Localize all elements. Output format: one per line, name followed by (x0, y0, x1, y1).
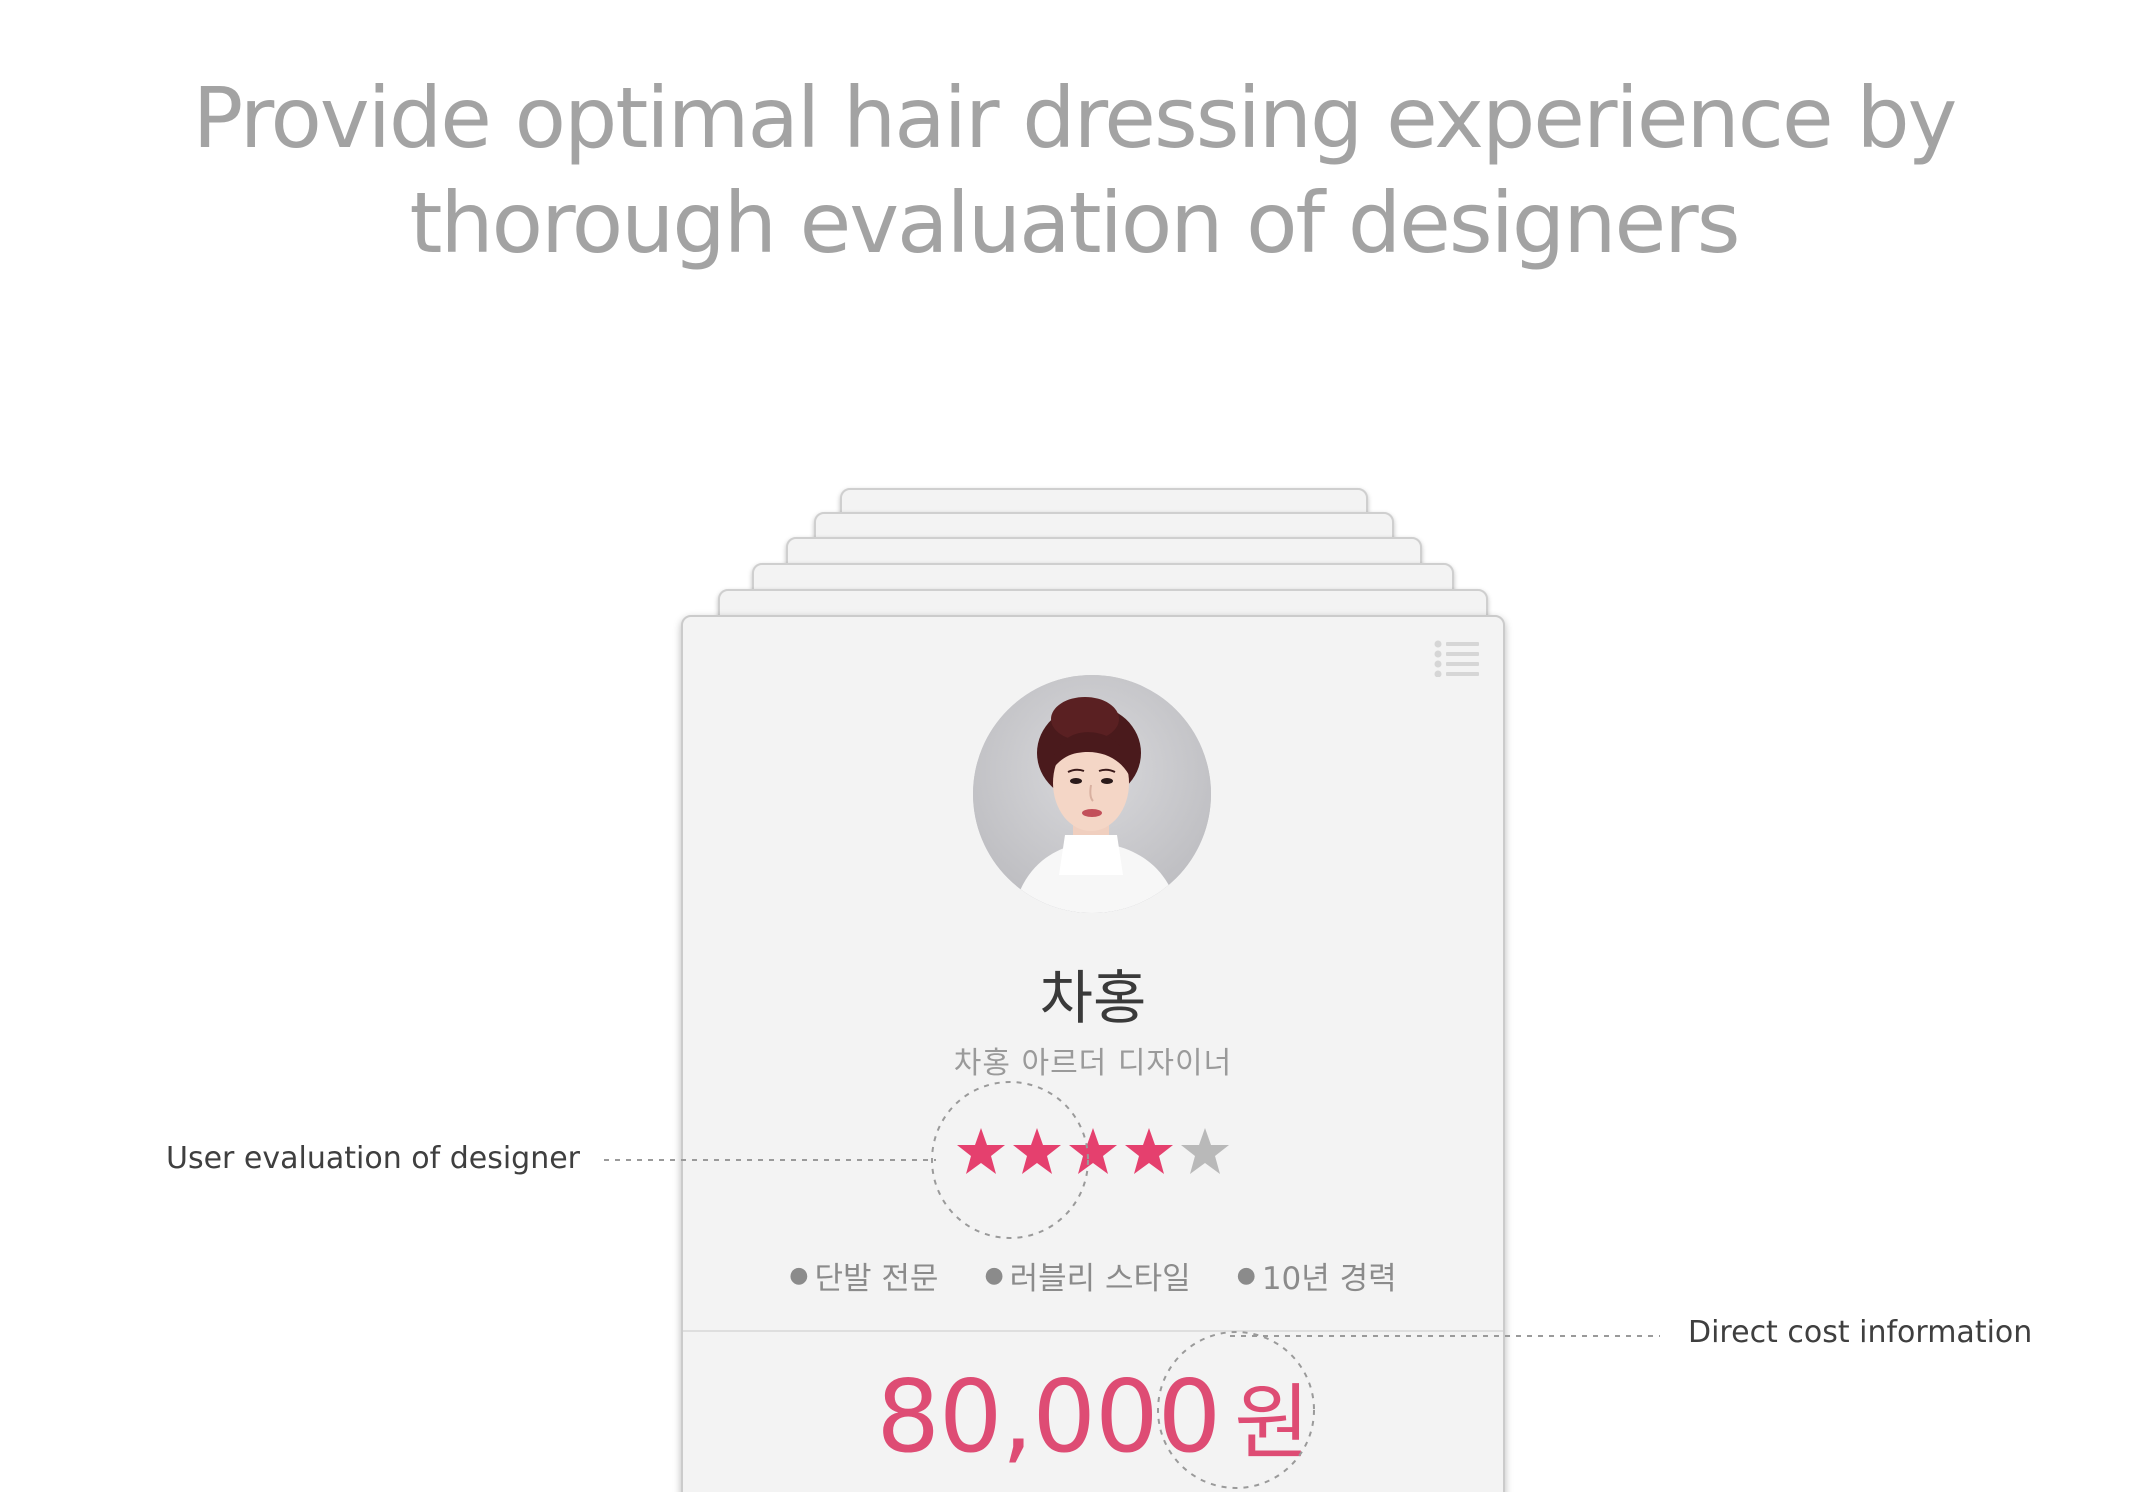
price-unit: 원 (1234, 1376, 1310, 1471)
designer-card[interactable]: 차홍 차홍 아르더 디자이너 ● 단발 전문 ● 러블리 스타일 ● 10년 경… (681, 615, 1505, 1492)
presentation-slide: Provide optimal hair dressing experience… (0, 0, 2148, 1492)
cost-callout-label: Direct cost information (1688, 1315, 2033, 1350)
tag-item: ● 10년 경력 (1237, 1253, 1397, 1298)
bullet-icon: ● (789, 1263, 809, 1288)
bullet-icon: ● (1236, 1263, 1256, 1288)
tag-label: 10년 경력 (1261, 1261, 1397, 1297)
tag-label: 단발 전문 (814, 1261, 939, 1297)
designer-name: 차홍 (1039, 964, 1147, 1032)
star-filled-icon (1013, 1128, 1061, 1174)
star-filled-icon (1069, 1128, 1117, 1174)
star-empty-icon (1181, 1128, 1229, 1174)
price-divider (683, 1330, 1503, 1332)
bullet-icon: ● (984, 1263, 1004, 1288)
star-filled-icon (1125, 1128, 1173, 1174)
designer-title: 차홍 아르더 디자이너 (953, 1046, 1233, 1081)
price: 80,000 원 (683, 1367, 1503, 1467)
tag-item: ● 러블리 스타일 (984, 1253, 1190, 1298)
tag-item: ● 단발 전문 (789, 1253, 938, 1298)
designer-portrait-icon (973, 675, 1211, 913)
star-filled-icon (957, 1128, 1005, 1174)
tag-label: 러블리 스타일 (1009, 1261, 1191, 1297)
headline-line-2: thorough evaluation of designers (409, 174, 1741, 272)
designer-tags: ● 단발 전문 ● 러블리 스타일 ● 10년 경력 (683, 1253, 1503, 1298)
evaluation-callout-label: User evaluation of designer (166, 1141, 581, 1176)
list-icon[interactable] (1433, 639, 1481, 678)
star-rating (956, 1125, 1256, 1185)
headline-line-1: Provide optimal hair dressing experience… (192, 69, 1958, 167)
price-amount: 80,000 (876, 1358, 1221, 1475)
designer-avatar[interactable] (973, 675, 1211, 913)
